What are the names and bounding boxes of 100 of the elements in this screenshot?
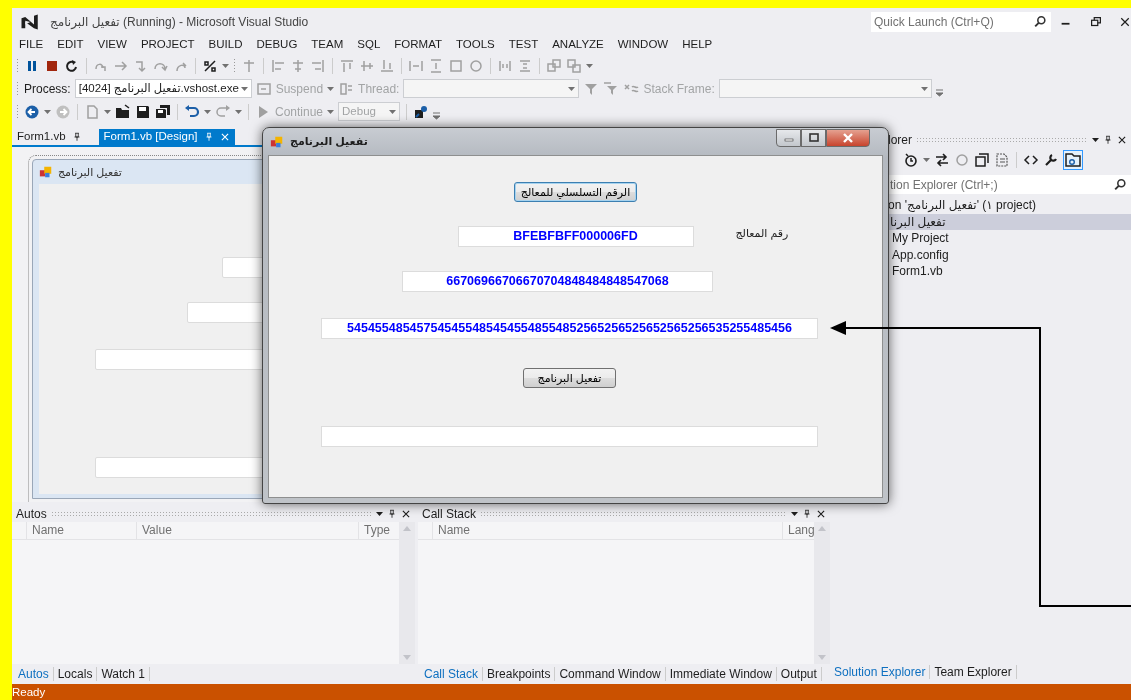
tree-item[interactable]: My Project (888, 230, 1131, 247)
menu-item[interactable]: ANALYZE (545, 36, 611, 54)
maximize-button[interactable] (801, 129, 826, 147)
wrench-icon[interactable] (1043, 152, 1059, 168)
menu-item[interactable]: BUILD (201, 36, 250, 54)
filter-clear-icon[interactable] (603, 80, 620, 97)
close-icon[interactable] (401, 509, 411, 519)
dropdown-icon[interactable] (791, 512, 798, 516)
menu-item[interactable]: FILE (12, 36, 51, 54)
activate-button[interactable]: تفعيل البرنامج (523, 368, 616, 388)
tree-item[interactable]: تفعيل البرنا (888, 213, 1131, 230)
document-tab[interactable]: Form1.vb [Design] (98, 129, 235, 145)
close-button[interactable] (826, 129, 870, 147)
menu-item[interactable]: HELP (675, 36, 720, 54)
pin-icon[interactable] (802, 509, 812, 519)
panel-tab[interactable]: Immediate Window (665, 667, 777, 681)
close-icon[interactable] (1119, 15, 1131, 29)
history-icon[interactable] (903, 152, 919, 168)
menu-item[interactable]: SQL (350, 36, 388, 54)
panel-tab[interactable]: Team Explorer (930, 665, 1017, 679)
menu-item[interactable]: VIEW (90, 36, 134, 54)
document-tab[interactable]: Form1.vb (12, 129, 87, 145)
search-icon[interactable] (1033, 15, 1047, 29)
caret-icon[interactable] (327, 109, 335, 114)
tree-item[interactable]: on 'تفعيل البرنامج' (١ project) (888, 197, 1131, 214)
overflow-icon[interactable] (935, 88, 943, 97)
panel-tab[interactable]: Breakpoints (483, 667, 556, 681)
menu-item[interactable]: PROJECT (133, 36, 202, 54)
processor-id-field[interactable]: BFEBFBFF000006FD (457, 226, 694, 247)
column-header[interactable]: Name (26, 522, 136, 539)
find-icon[interactable] (413, 103, 430, 120)
form-icon (270, 134, 284, 149)
caret-icon[interactable] (204, 109, 211, 114)
menu-item[interactable]: DEBUG (249, 36, 305, 54)
panel-tab[interactable]: Call Stack (420, 667, 484, 681)
panel-tab[interactable]: Watch 1 (97, 667, 150, 681)
close-icon[interactable] (816, 509, 826, 519)
panel-tab[interactable]: Output (776, 667, 822, 681)
tree-item[interactable]: App.config (888, 246, 1131, 263)
dropdown-icon[interactable] (376, 512, 383, 516)
redo-icon[interactable] (215, 103, 231, 120)
menu-item[interactable]: WINDOW (610, 36, 676, 54)
tab-label: Form1.vb [Design] (103, 129, 198, 145)
undo-icon[interactable] (184, 103, 200, 120)
stack-frame-label: Stack Frame: (643, 80, 715, 98)
processor-label: رقم المعالج (734, 226, 790, 242)
form-icon (39, 165, 53, 179)
overflow-icon[interactable] (433, 111, 441, 120)
caret-icon[interactable] (240, 86, 248, 91)
save-icon[interactable] (135, 103, 151, 120)
caret-icon[interactable] (586, 63, 593, 68)
caret-icon[interactable] (568, 86, 576, 91)
window-title: تفعيل البرنامج (Running) - Microsoft Visual Studio (50, 14, 309, 31)
preview-icon[interactable] (1063, 150, 1083, 170)
panel-tab[interactable]: Command Window (555, 667, 666, 681)
pin-icon[interactable] (1103, 135, 1113, 145)
caret-icon[interactable] (389, 109, 397, 114)
close-icon[interactable] (1117, 135, 1127, 145)
caret-icon[interactable] (104, 109, 111, 114)
sync-icon[interactable] (934, 152, 950, 168)
search-field[interactable]: tion Explorer (Ctrl+;) (888, 175, 1131, 194)
open-folder-icon[interactable] (115, 103, 131, 120)
search-icon[interactable] (1113, 177, 1127, 192)
column-header[interactable]: Name (432, 522, 782, 539)
maximize-icon[interactable] (807, 132, 820, 144)
restart-icon[interactable] (64, 57, 80, 74)
configuration-value: Debug (342, 103, 376, 119)
caret-icon[interactable] (923, 158, 930, 162)
menu-item[interactable]: FORMAT (387, 36, 449, 54)
caret-icon[interactable] (327, 86, 335, 91)
menu-item[interactable]: TEST (501, 36, 546, 54)
tree-item[interactable]: Form1.vb (888, 263, 1131, 280)
panel-tab[interactable]: Locals (53, 667, 98, 681)
collapse-all-icon[interactable] (974, 152, 990, 168)
align-center-icon[interactable] (290, 57, 306, 74)
back-icon[interactable] (24, 103, 40, 120)
dropdown-icon[interactable] (1092, 138, 1099, 142)
menu-item[interactable]: EDIT (50, 36, 91, 54)
key-field[interactable]: 5454554854575454554854545548554852565256525652565256535255485456 (321, 318, 818, 339)
caret-icon[interactable] (44, 109, 51, 114)
code-field[interactable]: 66706966706670704848484848547068 (402, 271, 713, 292)
panel-title: lorer (888, 132, 912, 149)
panel-tab[interactable]: Autos (14, 667, 54, 681)
pin-icon[interactable] (387, 509, 397, 519)
column-header[interactable]: Value (136, 522, 358, 539)
panel-title: Autos (16, 506, 47, 523)
quick-launch-field[interactable]: Quick Launch (Ctrl+Q) (871, 12, 1051, 32)
panel-tab[interactable]: Solution Explorer (830, 665, 931, 679)
restore-icon[interactable] (1089, 15, 1103, 29)
menu-item[interactable]: TEAM (304, 36, 351, 54)
menu-item[interactable]: TOOLS (449, 36, 502, 54)
minimize-button[interactable] (776, 129, 801, 147)
result-field[interactable] (321, 426, 818, 447)
caret-icon[interactable] (235, 109, 242, 114)
caret-icon[interactable] (222, 63, 229, 68)
column-header[interactable]: Type (358, 522, 398, 539)
caret-icon[interactable] (920, 86, 928, 91)
save-all-icon[interactable] (155, 103, 171, 120)
process-combo[interactable]: [4024] تفعيل البرنامج.vshost.exe (74, 79, 252, 98)
serial-number-button[interactable]: الرقم التسلسلي للمعالج (513, 182, 638, 202)
